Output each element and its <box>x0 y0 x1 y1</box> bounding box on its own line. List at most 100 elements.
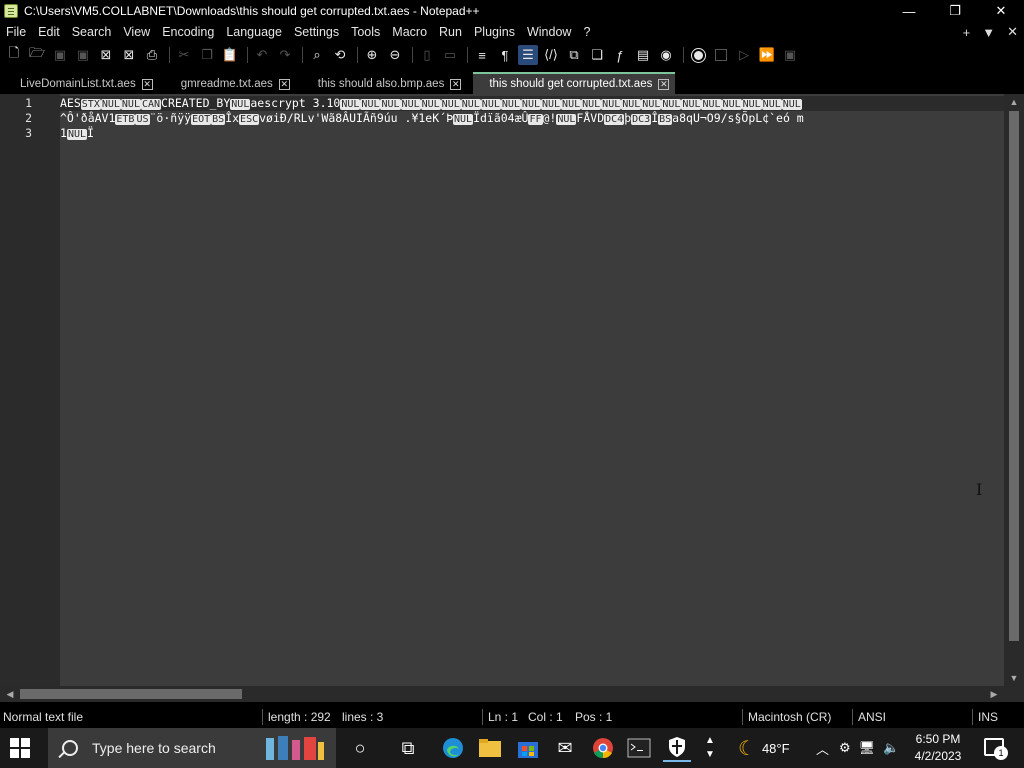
cut-icon[interactable]: ✂ <box>174 45 194 65</box>
status-insert-mode[interactable]: INS <box>978 706 998 728</box>
menu-file[interactable]: File <box>0 25 32 39</box>
menu-settings[interactable]: Settings <box>288 25 345 39</box>
macro-save-icon[interactable]: ▣ <box>780 45 800 65</box>
menu-encoding[interactable]: Encoding <box>156 25 220 39</box>
tab-gmreadme[interactable]: gmreadme.txt.aes ✕ <box>165 72 296 94</box>
control-character-box: NUL <box>440 99 461 110</box>
document-map-icon[interactable]: ⧉ <box>564 45 584 65</box>
control-character-box: NUL <box>721 99 742 110</box>
find-icon[interactable]: ⌕ <box>307 45 327 65</box>
undo-icon[interactable]: ↶ <box>252 45 272 65</box>
status-separator <box>972 709 973 725</box>
code-line[interactable]: 1NULÏ <box>60 126 1004 141</box>
monitoring-icon[interactable]: ◉ <box>656 45 676 65</box>
microsoft-store-icon[interactable] <box>514 734 542 762</box>
macro-stop-icon[interactable] <box>711 45 731 65</box>
menu-run[interactable]: Run <box>433 25 468 39</box>
show-all-characters-icon[interactable]: ¶ <box>495 45 515 65</box>
menu-window[interactable]: Window <box>521 25 577 39</box>
redo-icon[interactable]: ↷ <box>275 45 295 65</box>
taskbar-scroll-arrows-icon[interactable]: ▲ ▼ <box>696 730 724 766</box>
menu-help[interactable]: ? <box>577 25 596 39</box>
macro-record-icon[interactable] <box>688 45 708 65</box>
save-icon[interactable]: ▣ <box>50 45 70 65</box>
code-line[interactable]: ^Ô'ðåAV1ETB US¨ö·ñÿÿEOT BSÎxESCvøiÐ/RLv'Wã… <box>60 111 1004 126</box>
vertical-scrollbar[interactable]: ▲ ▼ <box>1004 94 1024 686</box>
restore-button[interactable]: ❐ <box>932 0 978 22</box>
zoom-out-icon[interactable]: ⊖ <box>385 45 405 65</box>
horizontal-scroll-thumb[interactable] <box>20 689 242 699</box>
network-icon[interactable]: 🖥 <box>859 740 876 756</box>
mail-icon[interactable]: ✉ <box>551 734 579 762</box>
tab-this-should-also-bmp[interactable]: this should also.bmp.aes ✕ <box>302 72 468 94</box>
text-area[interactable]: AESSTX NUL NUL CANCREATED_BYNULaescrypt 3.1… <box>60 94 1004 686</box>
scroll-up-arrow-icon[interactable]: ▲ <box>1004 94 1024 110</box>
file-explorer-icon[interactable] <box>476 734 504 762</box>
tab-this-should-get-corrupted[interactable]: this should get corrupted.txt.aes ✕ <box>473 72 676 94</box>
menu-view[interactable]: View <box>117 25 156 39</box>
menu-edit[interactable]: Edit <box>32 25 66 39</box>
xml-tags-icon[interactable]: ⟨/⟩ <box>541 45 561 65</box>
terminal-icon[interactable] <box>625 734 653 762</box>
indent-guide-icon[interactable]: ☰ <box>518 45 538 65</box>
code-line[interactable]: AESSTX NUL NUL CANCREATED_BYNULaescrypt 3.1… <box>60 96 1004 111</box>
menu-tools[interactable]: Tools <box>345 25 386 39</box>
status-eol[interactable]: Macintosh (CR) <box>748 706 831 728</box>
tab-close-icon[interactable]: ✕ <box>450 78 462 90</box>
text-run: 1 <box>60 126 67 140</box>
menu-plugins[interactable]: Plugins <box>468 25 521 39</box>
status-encoding[interactable]: ANSI <box>858 706 886 728</box>
tab-list-dropdown-icon[interactable]: ▼ <box>982 25 995 40</box>
notification-center-icon[interactable]: 1 <box>984 738 1008 760</box>
menu-right-controls: + ▼ ✕ <box>963 22 1018 42</box>
weather-widget[interactable]: ☾ 48°F <box>738 728 790 768</box>
tab-close-icon[interactable]: ✕ <box>658 78 670 90</box>
paste-icon[interactable]: 📋 <box>220 45 240 65</box>
status-length: length : 292 <box>268 710 331 724</box>
edge-browser-icon[interactable] <box>439 734 467 762</box>
close-all-icon[interactable]: ⊠ <box>119 45 139 65</box>
sync-horizontal-icon[interactable]: ▭ <box>440 45 460 65</box>
menu-search[interactable]: Search <box>66 25 118 39</box>
replace-icon[interactable]: ⟲ <box>330 45 350 65</box>
sync-vertical-icon[interactable]: ▯ <box>417 45 437 65</box>
copy-icon[interactable]: ❐ <box>197 45 217 65</box>
cortana-icon[interactable]: ○ <box>346 734 374 762</box>
print-icon[interactable]: ⎙ <box>142 45 162 65</box>
save-all-icon[interactable]: ▣ <box>73 45 93 65</box>
vertical-scroll-thumb[interactable] <box>1009 111 1019 641</box>
minimize-button[interactable]: — <box>886 0 932 22</box>
close-document-icon[interactable]: ✕ <box>1007 24 1018 40</box>
security-shield-icon[interactable] <box>663 734 691 762</box>
document-list-icon[interactable]: ❏ <box>587 45 607 65</box>
folder-as-workspace-icon[interactable]: ▤ <box>633 45 653 65</box>
close-file-icon[interactable]: ⊠ <box>96 45 116 65</box>
function-list-icon[interactable]: ƒ <box>610 45 630 65</box>
volume-icon[interactable]: 🔈 <box>883 740 899 756</box>
menu-macro[interactable]: Macro <box>386 25 433 39</box>
tab-livedomainlist[interactable]: LiveDomainList.txt.aes ✕ <box>4 72 159 94</box>
horizontal-scrollbar[interactable]: ◀ ▶ <box>0 686 1024 702</box>
windows-start-icon[interactable] <box>10 738 30 758</box>
close-button[interactable]: ✕ <box>978 0 1024 22</box>
scroll-right-arrow-icon[interactable]: ▶ <box>986 686 1002 702</box>
menu-language[interactable]: Language <box>220 25 288 39</box>
tab-close-icon[interactable]: ✕ <box>141 78 153 90</box>
macro-play-icon[interactable]: ▷ <box>734 45 754 65</box>
network-settings-icon[interactable]: ⚙ <box>839 740 851 756</box>
show-hidden-icons-chevron-icon[interactable]: ︿ <box>816 739 829 758</box>
editor-pane[interactable]: 1 2 3 AESSTX NUL NUL CANCREATED_BYNULaescry… <box>0 94 1024 686</box>
scroll-left-arrow-icon[interactable]: ◀ <box>2 686 18 702</box>
new-file-icon[interactable]: 🗋 <box>4 45 24 65</box>
open-file-icon[interactable]: 🗁 <box>27 45 47 65</box>
task-view-icon[interactable]: ⧉ <box>394 734 422 762</box>
chrome-browser-icon[interactable] <box>589 734 617 762</box>
scroll-down-arrow-icon[interactable]: ▼ <box>1004 670 1024 686</box>
zoom-in-icon[interactable]: ⊕ <box>362 45 382 65</box>
word-wrap-icon[interactable]: ≡ <box>472 45 492 65</box>
new-tab-plus-icon[interactable]: + <box>963 25 971 40</box>
taskbar-search-box[interactable]: Type here to search <box>48 728 336 768</box>
tab-close-icon[interactable]: ✕ <box>278 78 290 90</box>
taskbar-clock[interactable]: 6:50 PM 4/2/2023 <box>900 731 976 765</box>
macro-run-multiple-icon[interactable]: ⏩ <box>757 45 777 65</box>
